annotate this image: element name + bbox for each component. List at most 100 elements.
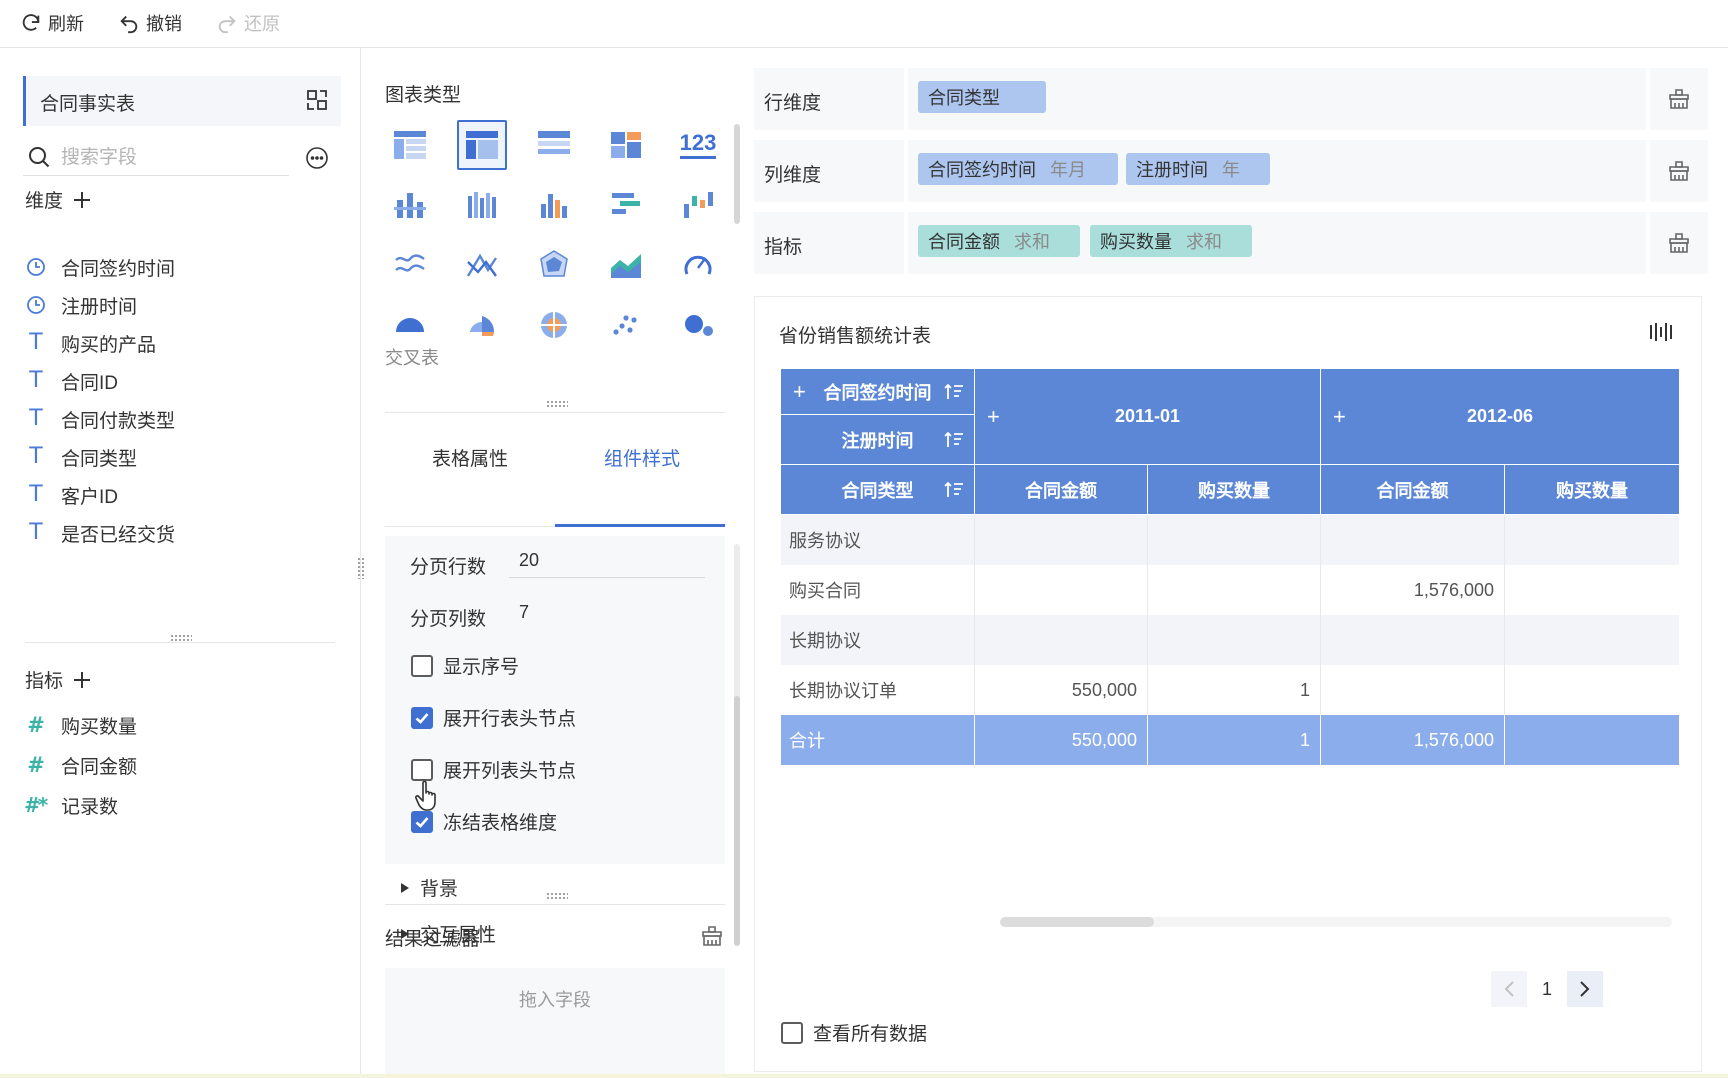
expand-plus-icon[interactable]: + xyxy=(987,404,1000,430)
chart-type-column[interactable] xyxy=(529,180,579,230)
view-all-data-row[interactable]: 查看所有数据 xyxy=(781,1019,927,1046)
chart-type-multi-line[interactable] xyxy=(457,240,507,290)
section-resize-handle[interactable] xyxy=(546,892,568,900)
column-dimension-chip[interactable]: 注册时间 年 xyxy=(1126,153,1270,185)
view-all-checkbox[interactable] xyxy=(781,1021,803,1044)
value-cell xyxy=(1505,515,1679,565)
row-label[interactable]: 服务协议 xyxy=(781,515,975,565)
page-rows-input[interactable] xyxy=(509,544,705,578)
chart-type-line[interactable] xyxy=(385,240,435,290)
datasource-selector[interactable]: 合同事实表 xyxy=(23,76,341,126)
page-cols-input[interactable] xyxy=(509,596,705,630)
chart-type-grouped-bar[interactable] xyxy=(457,180,507,230)
search-input[interactable] xyxy=(61,144,281,172)
header-measure-qty[interactable]: 购买数量 xyxy=(1148,465,1321,515)
freeze-dimension-checkbox-row[interactable]: 冻结表格维度 xyxy=(411,808,557,835)
header-contract-type[interactable]: 合同类型 xyxy=(781,465,975,515)
clear-row-dimension-button[interactable] xyxy=(1646,68,1708,130)
filter-dropzone[interactable]: 拖入字段 xyxy=(385,968,725,1078)
expand-row-header-checkbox-row[interactable]: 展开行表头节点 xyxy=(411,704,576,731)
dimension-item-payment-type[interactable]: T 合同付款类型 xyxy=(25,406,175,432)
measure-chip[interactable]: 购买数量 求和 xyxy=(1090,225,1252,257)
undo-label: 撤销 xyxy=(146,14,182,34)
show-serial-checkbox[interactable] xyxy=(411,654,433,677)
header-measure-amount[interactable]: 合同金额 xyxy=(1321,465,1505,515)
row-label[interactable]: 购买合同 xyxy=(781,565,975,615)
dimension-item-product[interactable]: T 购买的产品 xyxy=(25,330,156,356)
expand-col-header-checkbox-row[interactable]: 展开列表头节点 xyxy=(411,756,576,783)
row-dimension-dropzone[interactable]: 合同类型 xyxy=(904,68,1644,130)
tab-component-style[interactable]: 组件样式 xyxy=(604,444,680,471)
column-header-2012-06[interactable]: + 2012-06 xyxy=(1321,369,1679,465)
header-measure-qty[interactable]: 购买数量 xyxy=(1505,465,1679,515)
measure-item-amount[interactable]: # 合同金额 xyxy=(25,752,137,778)
chart-type-pie[interactable] xyxy=(385,300,435,350)
expand-plus-icon[interactable]: + xyxy=(1333,404,1346,430)
chart-type-sunburst[interactable] xyxy=(529,300,579,350)
header-reg-time[interactable]: 注册时间 xyxy=(781,415,975,465)
chart-settings-icon[interactable] xyxy=(1649,321,1673,343)
chart-type-scrollbar[interactable] xyxy=(734,124,740,224)
more-options-icon[interactable] xyxy=(305,146,329,170)
dimension-item-delivered[interactable]: T 是否已经交货 xyxy=(25,520,175,546)
dimension-item-contract-type[interactable]: T 合同类型 xyxy=(25,444,137,470)
clear-filter-icon[interactable] xyxy=(700,924,724,948)
clear-measure-button[interactable] xyxy=(1646,212,1708,274)
expand-plus-icon[interactable]: + xyxy=(793,379,806,405)
measure-item-count[interactable]: #* 记录数 xyxy=(24,792,118,818)
dimension-item-reg-time[interactable]: 注册时间 xyxy=(25,292,137,318)
chart-type-waterfall[interactable] xyxy=(673,180,723,230)
switch-datasource-icon[interactable] xyxy=(305,88,329,112)
prev-page-button[interactable] xyxy=(1491,971,1527,1007)
chart-type-crosstab[interactable] xyxy=(457,120,507,170)
redo-button[interactable]: 还原 xyxy=(216,10,280,36)
properties-scrollbar[interactable] xyxy=(734,696,740,946)
row-dimension-chip[interactable]: 合同类型 xyxy=(918,81,1046,113)
show-serial-checkbox-row[interactable]: 显示序号 xyxy=(411,652,519,679)
chart-type-table[interactable] xyxy=(385,120,435,170)
chart-type-rose[interactable] xyxy=(457,300,507,350)
value-cell xyxy=(975,515,1148,565)
chart-type-horizontal-bar[interactable] xyxy=(601,180,651,230)
refresh-button[interactable]: 刷新 xyxy=(20,10,84,36)
section-resize-handle[interactable] xyxy=(546,400,568,408)
background-section[interactable]: 背景 xyxy=(400,874,458,901)
clear-column-dimension-button[interactable] xyxy=(1646,140,1708,202)
dimension-item-sign-time[interactable]: 合同签约时间 xyxy=(25,254,175,280)
chart-type-gauge[interactable] xyxy=(673,240,723,290)
column-header-2011-01[interactable]: + 2011-01 xyxy=(975,369,1321,465)
row-label[interactable]: 长期协议 xyxy=(781,615,975,665)
table-hscroll[interactable] xyxy=(1000,917,1154,927)
chart-type-scatter[interactable] xyxy=(601,300,651,350)
column-dimension-chip[interactable]: 合同签约时间 年月 xyxy=(918,153,1118,185)
expand-col-header-checkbox[interactable] xyxy=(411,758,433,781)
measure-chip[interactable]: 合同金额 求和 xyxy=(918,225,1080,257)
chart-type-bubble[interactable] xyxy=(673,300,723,350)
add-measure-icon[interactable] xyxy=(73,671,91,689)
chart-type-treemap[interactable] xyxy=(601,120,651,170)
undo-button[interactable]: 撤销 xyxy=(118,10,182,36)
chart-type-area[interactable] xyxy=(601,240,651,290)
sort-icon[interactable] xyxy=(944,481,964,499)
dimension-item-contract-id[interactable]: T 合同ID xyxy=(25,368,118,394)
chart-type-detail-table[interactable] xyxy=(529,120,579,170)
sort-icon[interactable] xyxy=(944,431,964,449)
column-dimension-dropzone[interactable]: 合同签约时间 年月 注册时间 年 xyxy=(904,140,1644,202)
freeze-dimension-checkbox[interactable] xyxy=(411,810,433,833)
tab-table-properties[interactable]: 表格属性 xyxy=(432,444,508,471)
measure-item-qty[interactable]: # 购买数量 xyxy=(25,712,137,738)
next-page-button[interactable] xyxy=(1567,971,1603,1007)
dimension-item-customer-id[interactable]: T 客户ID xyxy=(25,482,118,508)
chart-type-kpi[interactable]: 123 xyxy=(673,120,723,170)
panel-resize-handle[interactable] xyxy=(170,634,192,642)
chart-type-stacked-bar[interactable] xyxy=(385,180,435,230)
header-sign-time[interactable]: + 合同签约时间 xyxy=(781,369,975,415)
measure-dropzone[interactable]: 合同金额 求和 购买数量 求和 xyxy=(904,212,1644,274)
add-dimension-icon[interactable] xyxy=(73,191,91,209)
row-label[interactable]: 长期协议订单 xyxy=(781,665,975,715)
sort-icon[interactable] xyxy=(944,383,964,401)
chart-type-radar[interactable] xyxy=(529,240,579,290)
refresh-icon xyxy=(20,12,42,34)
header-measure-amount[interactable]: 合同金额 xyxy=(975,465,1148,515)
expand-row-header-checkbox[interactable] xyxy=(411,706,433,729)
